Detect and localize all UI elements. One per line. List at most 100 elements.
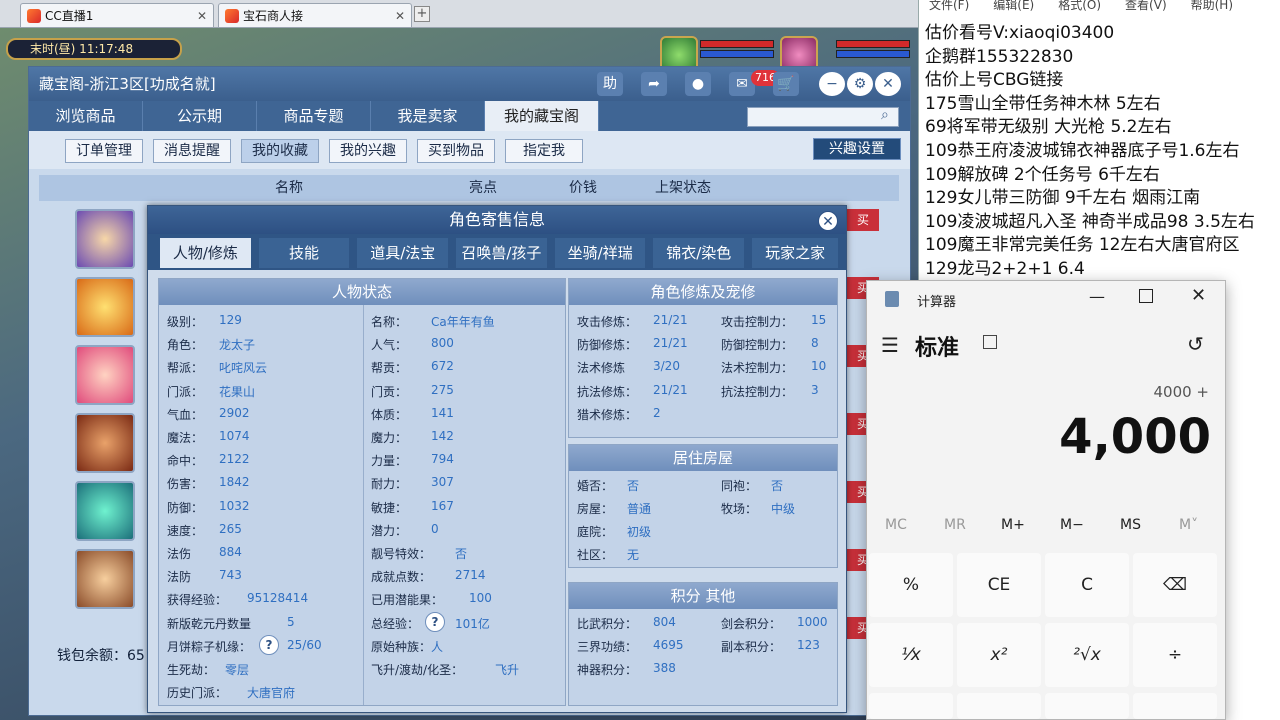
favorites-button[interactable]: 我的收藏 [241, 139, 319, 163]
history-icon[interactable]: ↺ [1187, 332, 1204, 356]
stat-row: 已用潜能果： 100 [371, 591, 492, 608]
buy-button[interactable]: 买 [847, 209, 879, 231]
assigned-to-me-button[interactable]: 指定我 [505, 139, 583, 163]
tab-mounts[interactable]: 坐骑/祥瑞 [554, 238, 646, 268]
percent-button[interactable]: % [869, 553, 953, 617]
clear-button[interactable]: C [1045, 553, 1129, 617]
calc-key-partial[interactable] [869, 693, 953, 719]
item-thumbnail[interactable] [75, 413, 135, 473]
stat-value: 25/60 [287, 637, 322, 652]
browser-tab-cc[interactable]: CC直播1 ✕ [20, 3, 214, 27]
stat-label: 耐力： [371, 477, 408, 492]
hamburger-icon[interactable]: ☰ [881, 333, 899, 357]
share-icon[interactable]: ➦ [641, 72, 667, 96]
nav-seller[interactable]: 我是卖家 [371, 101, 485, 131]
divide-button[interactable]: ÷ [1133, 623, 1217, 687]
stat-value: 1000 [797, 615, 828, 629]
item-thumbnail[interactable] [75, 345, 135, 405]
keep-on-top-icon[interactable] [983, 335, 997, 349]
help-question-icon[interactable]: ? [259, 634, 279, 655]
stat-value: 21/21 [653, 382, 688, 397]
stop-icon[interactable]: ● [685, 72, 711, 96]
close-icon[interactable]: ✕ [395, 9, 405, 23]
minimize-icon[interactable]: − [819, 72, 845, 96]
menu-help[interactable]: 帮助(H) [1191, 0, 1233, 14]
search-input[interactable] [747, 107, 899, 127]
dialog-tabs: 人物/修炼 技能 道具/法宝 召唤兽/孩子 坐骑/祥瑞 锦衣/染色 玩家之家 [148, 234, 846, 270]
close-icon[interactable]: ✕ [1191, 285, 1206, 306]
close-icon[interactable]: ✕ [875, 72, 901, 96]
tab-outfits[interactable]: 锦衣/染色 [653, 238, 745, 268]
bought-items-button[interactable]: 买到物品 [417, 139, 495, 163]
help-button[interactable]: 助 [597, 72, 623, 96]
square-button[interactable]: x² [957, 623, 1041, 687]
close-icon[interactable]: ✕ [197, 9, 207, 23]
stat-label: 名称： [371, 315, 408, 329]
calc-mode-title: 标准 [915, 336, 960, 361]
item-thumbnail[interactable] [75, 481, 135, 541]
nav-public[interactable]: 公示期 [143, 101, 257, 131]
nav-my-cbg[interactable]: 我的藏宝阁 [485, 101, 599, 131]
backspace-button[interactable]: ⌫ [1133, 553, 1217, 617]
memory-recall-button[interactable]: MR [944, 517, 966, 533]
browser-tab-gem[interactable]: 宝石商人接 ✕ [218, 3, 412, 27]
orders-button[interactable]: 订单管理 [65, 139, 143, 163]
interest-settings-button[interactable]: 兴趣设置 [813, 138, 901, 160]
calculator-window: 计算器 — ✕ ☰ 标准 ↺ 4000 + 4,000 MC MR M+ M− … [866, 280, 1226, 720]
item-thumbnail[interactable] [75, 209, 135, 269]
menu-format[interactable]: 格式(O) [1058, 0, 1101, 14]
my-interests-button[interactable]: 我的兴趣 [329, 139, 407, 163]
search-icon[interactable]: ⌕ [881, 107, 899, 125]
calc-key-partial[interactable] [1045, 693, 1129, 719]
calc-display: 4,000 [1059, 409, 1211, 465]
tab-home[interactable]: 玩家之家 [752, 238, 839, 268]
item-thumbnail[interactable] [75, 277, 135, 337]
stat-label: 飞升/渡劫/化圣： [371, 663, 464, 677]
help-question-icon[interactable]: ? [425, 611, 445, 632]
notifications-button[interactable]: 消息提醒 [153, 139, 231, 163]
item-thumbnail[interactable] [75, 549, 135, 609]
browser-tab-label: 宝石商人接 [243, 9, 304, 23]
stat-label: 剑会积分： [721, 617, 782, 631]
calc-key-partial[interactable] [957, 693, 1041, 719]
memory-list-button[interactable]: M˅ [1179, 517, 1198, 533]
stat-value: 否 [627, 479, 640, 493]
tab-skills[interactable]: 技能 [258, 238, 350, 268]
memory-store-button[interactable]: MS [1120, 517, 1141, 533]
stat-row: 命中： 2122 [167, 452, 250, 469]
nav-topics[interactable]: 商品专题 [257, 101, 371, 131]
new-tab-button[interactable]: + [414, 6, 430, 22]
memory-subtract-button[interactable]: M− [1060, 517, 1084, 533]
clear-entry-button[interactable]: CE [957, 553, 1041, 617]
stat-label: 帮派： [167, 361, 204, 376]
tab-summons[interactable]: 召唤兽/孩子 [456, 238, 547, 268]
memory-clear-button[interactable]: MC [885, 517, 907, 533]
stat-value: 265 [219, 521, 242, 536]
stat-label: 帮贡： [371, 361, 408, 376]
memory-add-button[interactable]: M+ [1001, 517, 1025, 533]
menu-file[interactable]: 文件(F) [929, 0, 969, 14]
reciprocal-button[interactable]: ¹⁄x [869, 623, 953, 687]
settings-icon[interactable]: ⚙ [847, 72, 873, 96]
stat-value: 2 [653, 405, 661, 420]
menu-view[interactable]: 查看(V) [1125, 0, 1167, 14]
stat-row: 人气： 800 [371, 336, 454, 353]
tab-character[interactable]: 人物/修炼 [160, 238, 251, 268]
stat-label: 抗法控制力： [721, 384, 794, 399]
status-panel: 人物状态 级别： 129 角色： 龙太子 帮派： 叱咤风云 门派： 花果山 气血： 2902 魔法：… [158, 278, 566, 706]
stat-label: 庭院： [577, 525, 614, 539]
minimize-icon[interactable]: — [1089, 287, 1105, 306]
menu-edit[interactable]: 编辑(E) [993, 0, 1034, 14]
stat-value: 884 [219, 545, 242, 559]
close-icon[interactable]: ✕ [818, 211, 838, 231]
stat-value: 龙太子 [219, 338, 256, 353]
nav-browse[interactable]: 浏览商品 [29, 101, 143, 131]
sqrt-button[interactable]: ²√x [1045, 623, 1129, 687]
calc-key-partial[interactable] [1133, 693, 1217, 719]
tab-items[interactable]: 道具/法宝 [357, 238, 449, 268]
stat-value: 叱咤风云 [219, 361, 268, 376]
maximize-icon[interactable] [1139, 289, 1153, 303]
stat-row: 攻击控制力： 15 [721, 313, 826, 330]
stat-row: 名称： Ca年年有鱼 [371, 313, 495, 330]
cart-icon[interactable]: 🛒 [773, 72, 799, 96]
